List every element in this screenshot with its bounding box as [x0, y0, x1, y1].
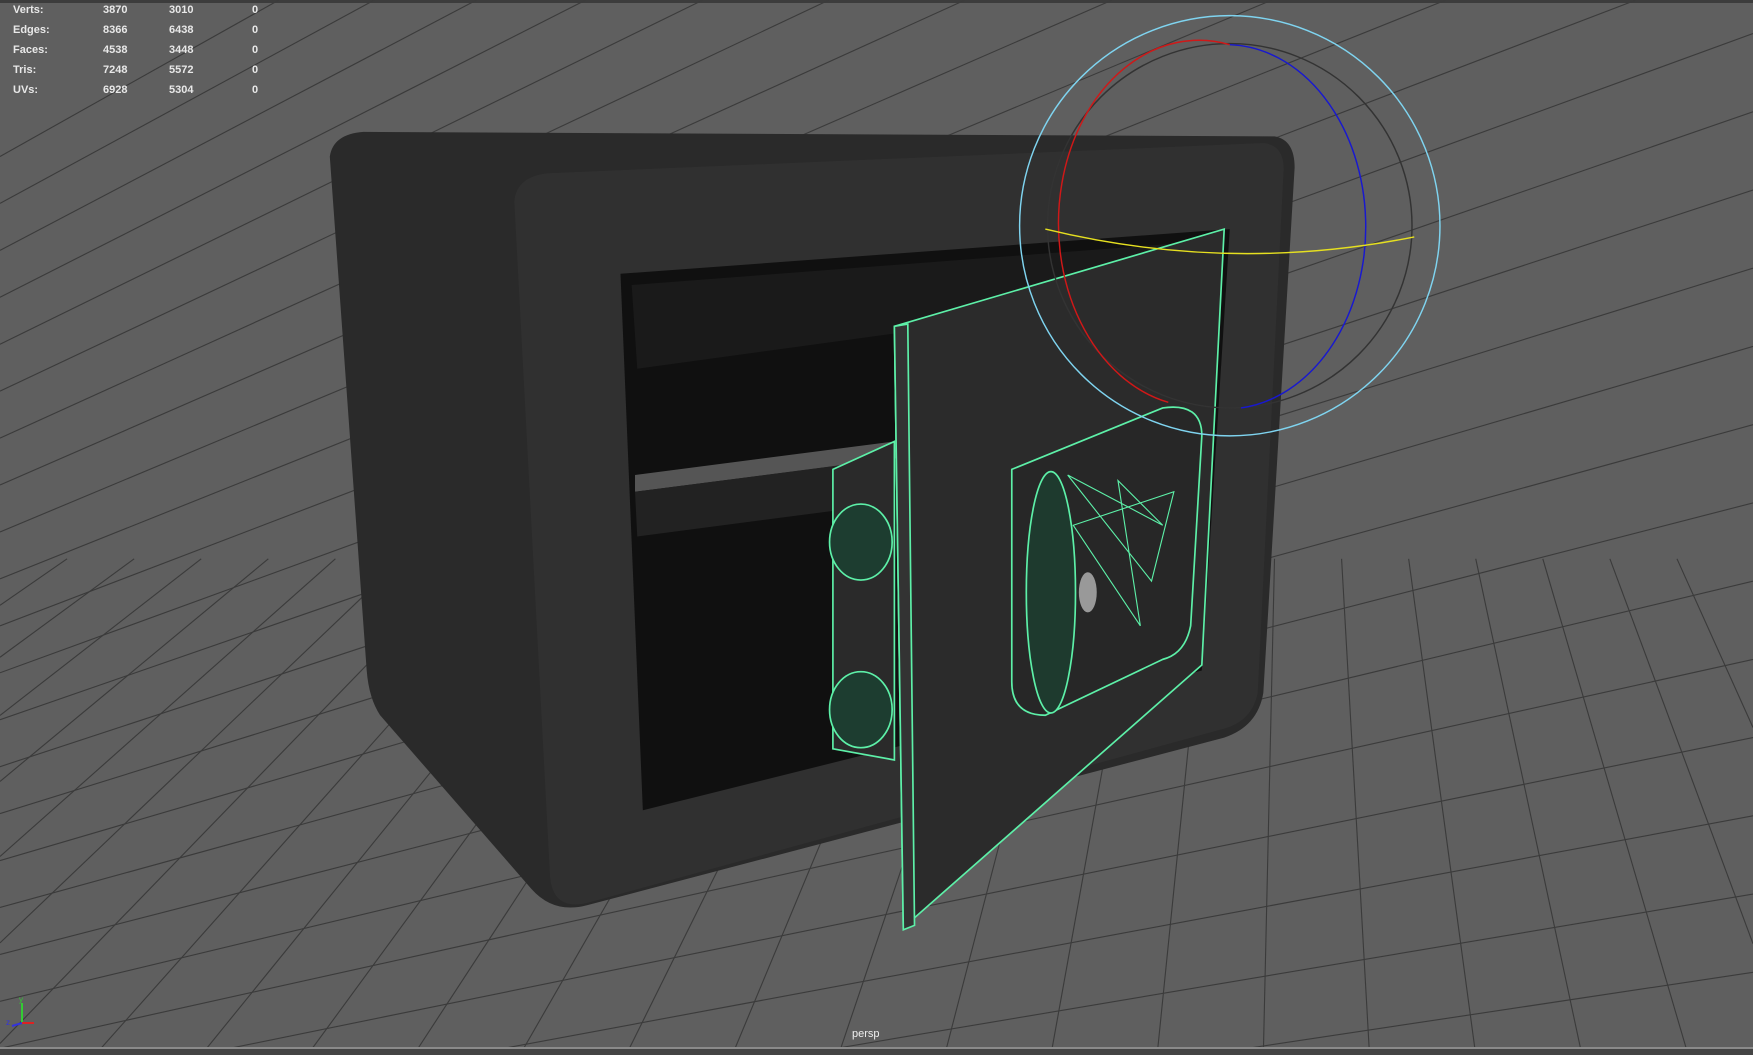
hud-selected: 3010 — [169, 4, 194, 16]
hud-selected: 5572 — [169, 64, 194, 76]
hud-label: Verts: — [13, 4, 44, 16]
grid-line — [1542, 558, 1689, 1055]
camera-label: persp — [852, 1028, 880, 1040]
hud-scene: 6928 — [103, 84, 128, 96]
grid-line — [0, 558, 202, 716]
grid-line — [0, 558, 269, 782]
hud-uv: 0 — [252, 4, 259, 16]
maya-viewport[interactable]: Verts: 3870 3010 0 Edges: 8366 6438 0 Faces: 4538… — [0, 0, 1753, 1055]
hud-selected: 3448 — [169, 44, 194, 56]
axis-z-label: z — [6, 1018, 10, 1027]
grid-line — [1609, 558, 1753, 944]
grid-line — [1203, 971, 1753, 1055]
hud-selected: 5304 — [169, 84, 194, 96]
hud-label: Tris: — [13, 64, 37, 76]
hinge-knob-bottom — [828, 670, 893, 749]
grid-line — [1408, 558, 1477, 1055]
lock-dial — [1025, 470, 1077, 714]
hud-scene: 7248 — [103, 64, 128, 76]
axis-indicator-icon: y z — [6, 995, 34, 1027]
hud-uv: 0 — [252, 64, 259, 76]
viewport-bottom-border — [0, 1047, 1753, 1055]
viewport-scene[interactable] — [0, 0, 1753, 1055]
hud-scene: 4538 — [103, 44, 128, 56]
hud-uv: 0 — [252, 84, 259, 96]
hud-uv: 0 — [252, 24, 259, 36]
grid-line — [1341, 558, 1371, 1055]
grid-line — [1475, 558, 1583, 1055]
hud-uv: 0 — [252, 44, 259, 56]
hud-label: Edges: — [13, 24, 50, 36]
hinge-knob-top — [828, 503, 893, 581]
hud-label: Faces: — [13, 44, 48, 56]
grid-line — [796, 893, 1753, 1055]
grid-line — [0, 558, 135, 658]
hud-scene: 8366 — [103, 24, 128, 36]
hud-label: UVs: — [13, 84, 39, 96]
hud-scene: 3870 — [103, 4, 128, 16]
keyhole — [1078, 572, 1097, 613]
axis-y-label: y — [19, 995, 23, 1004]
hud-selected: 6438 — [169, 24, 194, 36]
